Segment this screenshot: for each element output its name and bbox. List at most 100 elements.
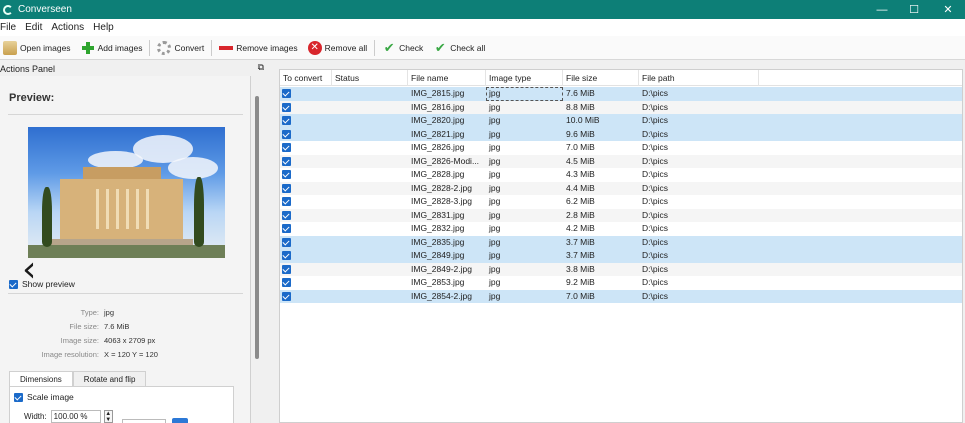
scale-image-checkbox[interactable]: Scale image	[14, 392, 74, 402]
menu-actions[interactable]: Actions	[51, 22, 84, 33]
row-checkbox-icon[interactable]	[282, 264, 291, 274]
table-row[interactable]: IMG_2835.jpg jpg 3.7 MiB D:\pics	[280, 235, 962, 250]
table-row[interactable]: IMG_2821.jpg jpg 9.6 MiB D:\pics	[280, 127, 962, 142]
file-path-cell: D:\pics	[642, 155, 668, 166]
row-checkbox-icon[interactable]	[282, 170, 291, 180]
height-input[interactable]	[122, 419, 166, 423]
menu-file[interactable]: File	[0, 22, 16, 33]
table-row[interactable]: IMG_2849.jpg jpg 3.7 MiB D:\pics	[280, 249, 962, 263]
menu-edit[interactable]: Edit	[25, 22, 42, 33]
column-image-type[interactable]: Image type	[486, 70, 563, 86]
width-input[interactable]: 100.00 %	[50, 410, 101, 423]
info-value: X = 120 Y = 120	[104, 350, 158, 359]
table-row[interactable]: IMG_2831.jpg jpg 2.8 MiB D:\pics	[280, 208, 962, 223]
to-convert-cell[interactable]	[280, 276, 332, 290]
toolbar-separator	[211, 39, 213, 56]
checkbox-checked-icon	[14, 392, 23, 402]
row-checkbox-icon[interactable]	[282, 210, 291, 220]
to-convert-cell[interactable]	[280, 195, 332, 209]
row-checkbox-icon[interactable]	[282, 197, 291, 207]
row-checkbox-icon[interactable]	[282, 291, 291, 301]
row-checkbox-icon[interactable]	[282, 102, 291, 112]
row-checkbox-icon[interactable]	[282, 143, 291, 153]
row-checkbox-icon[interactable]	[282, 224, 291, 234]
table-row[interactable]: IMG_2816.jpg jpg 8.8 MiB D:\pics	[280, 100, 962, 115]
width-spinner[interactable]: ▲ ▼	[103, 410, 113, 423]
table-row[interactable]: IMG_2826-Modi... jpg 4.5 MiB D:\pics	[280, 154, 962, 169]
to-convert-cell[interactable]	[280, 87, 332, 101]
column-to-convert[interactable]: To convert	[280, 70, 332, 86]
actions-panel-scrollbar[interactable]	[255, 96, 259, 359]
link-ratio-icon[interactable]	[172, 418, 188, 423]
table-row[interactable]: IMG_2849-2.jpg jpg 3.8 MiB D:\pics	[280, 262, 962, 277]
table-row[interactable]: IMG_2853.jpg jpg 9.2 MiB D:\pics	[280, 276, 962, 290]
table-row[interactable]: IMG_2826.jpg jpg 7.0 MiB D:\pics	[280, 141, 962, 155]
close-button[interactable]: ✕	[931, 0, 965, 19]
info-value: 7.6 MiB	[104, 322, 130, 331]
to-convert-cell[interactable]	[280, 141, 332, 155]
column-file-name[interactable]: File name	[408, 70, 486, 86]
previous-image-arrow-icon[interactable]: ‹	[22, 252, 36, 288]
row-checkbox-icon[interactable]	[282, 237, 291, 247]
minimize-button[interactable]: —	[865, 0, 899, 19]
to-convert-cell[interactable]	[280, 182, 332, 196]
maximize-button[interactable]: ☐	[897, 0, 931, 19]
window-title: Converseen	[18, 4, 72, 15]
show-preview-checkbox[interactable]: Show preview	[9, 279, 75, 289]
file-path-cell: D:\pics	[642, 236, 668, 247]
table-row[interactable]: IMG_2815.jpg jpg 7.6 MiB D:\pics	[280, 87, 962, 101]
row-checkbox-icon[interactable]	[282, 129, 291, 139]
row-checkbox-icon[interactable]	[282, 278, 291, 288]
to-convert-cell[interactable]	[280, 128, 332, 142]
to-convert-cell[interactable]	[280, 236, 332, 250]
remove-all-icon: ✕	[307, 40, 322, 55]
remove-images-button[interactable]: Remove images	[216, 38, 300, 58]
open-images-button[interactable]: Open images	[0, 38, 74, 58]
to-convert-cell[interactable]	[280, 155, 332, 169]
to-convert-cell[interactable]	[280, 101, 332, 115]
table-row[interactable]: IMG_2820.jpg jpg 10.0 MiB D:\pics	[280, 114, 962, 128]
to-convert-cell[interactable]	[280, 263, 332, 277]
row-checkbox-icon[interactable]	[282, 251, 291, 261]
table-row[interactable]: IMG_2832.jpg jpg 4.2 MiB D:\pics	[280, 222, 962, 236]
to-convert-cell[interactable]	[280, 168, 332, 182]
add-images-button[interactable]: Add images	[78, 38, 146, 58]
column-file-path[interactable]: File path	[639, 70, 759, 86]
table-row[interactable]: IMG_2828-3.jpg jpg 6.2 MiB D:\pics	[280, 195, 962, 209]
to-convert-cell[interactable]	[280, 249, 332, 263]
column-status[interactable]: Status	[332, 70, 408, 86]
to-convert-cell[interactable]	[280, 222, 332, 236]
image-type-cell: jpg	[489, 196, 501, 206]
image-type-cell: jpg	[489, 169, 501, 179]
preview-ground	[28, 245, 225, 258]
preview-column	[126, 189, 129, 229]
to-convert-cell[interactable]	[280, 114, 332, 128]
tab-rotate-and-flip[interactable]: Rotate and flip	[72, 371, 147, 387]
table-row[interactable]: IMG_2828.jpg jpg 4.3 MiB D:\pics	[280, 168, 962, 182]
row-checkbox-icon[interactable]	[282, 116, 291, 126]
table-row[interactable]: IMG_2828-2.jpg jpg 4.4 MiB D:\pics	[280, 181, 962, 196]
settings-tabs: Dimensions Rotate and flip	[9, 371, 147, 387]
menu-help[interactable]: Help	[93, 22, 114, 33]
convert-button[interactable]: Convert	[154, 38, 207, 58]
divider	[8, 293, 243, 294]
row-checkbox-icon[interactable]	[282, 156, 291, 166]
file-name-cell: IMG_2815.jpg	[411, 88, 465, 98]
column-file-size[interactable]: File size	[563, 70, 639, 86]
row-checkbox-icon[interactable]	[282, 89, 291, 99]
file-size-cell: 9.6 MiB	[566, 128, 595, 139]
row-checkbox-icon[interactable]	[282, 183, 291, 193]
toolbar-separator	[374, 39, 376, 56]
check-all-button[interactable]: ✔ Check all	[430, 38, 488, 58]
file-name-cell: IMG_2854-2.jpg	[411, 290, 472, 301]
table-row[interactable]: IMG_2854-2.jpg jpg 7.0 MiB D:\pics	[280, 289, 962, 304]
check-button[interactable]: ✔ Check	[379, 38, 426, 58]
to-convert-cell[interactable]	[280, 290, 332, 304]
float-panel-icon[interactable]: ⧉	[258, 62, 264, 73]
to-convert-cell[interactable]	[280, 209, 332, 223]
remove-all-button[interactable]: ✕ Remove all	[305, 38, 371, 58]
preview-building	[60, 179, 183, 243]
tab-dimensions[interactable]: Dimensions	[9, 371, 73, 387]
image-type-cell: jpg	[489, 236, 501, 247]
file-size-cell: 8.8 MiB	[566, 101, 595, 112]
